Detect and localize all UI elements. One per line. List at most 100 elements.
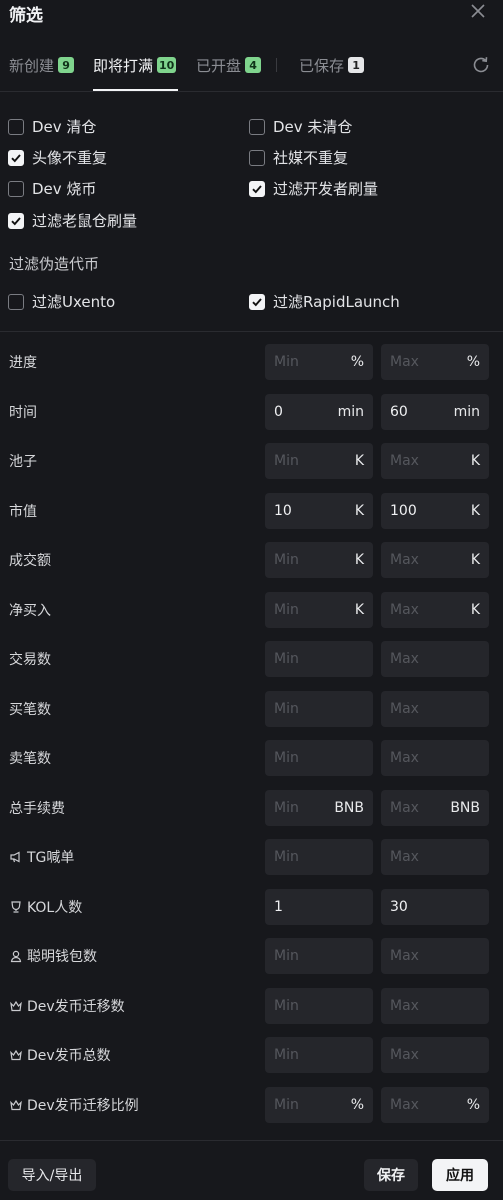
- filter-max-input[interactable]: 30: [381, 888, 489, 925]
- filter-min-input[interactable]: 10 K: [265, 492, 373, 529]
- filter-max-input[interactable]: Max: [381, 1037, 489, 1073]
- fake-filter-option[interactable]: 过滤Uxento: [8, 291, 115, 312]
- checkbox-option[interactable]: 过滤开发者刷量: [249, 178, 378, 199]
- filter-max-input[interactable]: Max: [381, 690, 489, 727]
- checkbox-unchecked-icon[interactable]: [8, 180, 24, 197]
- filter-min-input[interactable]: Min: [265, 839, 373, 875]
- input-placeholder: Max: [390, 552, 419, 568]
- checkbox-checked-icon[interactable]: [249, 293, 265, 310]
- fake-filter-option[interactable]: 过滤RapidLaunch: [249, 291, 400, 312]
- filter-min-input[interactable]: Min%: [265, 344, 373, 380]
- input-placeholder: Max: [390, 651, 419, 667]
- filter-max-input[interactable]: Max: [381, 641, 489, 677]
- filter-row: 买笔数 Min Max: [0, 690, 503, 727]
- filter-min-input[interactable]: Min: [265, 938, 373, 974]
- checkbox-option[interactable]: Dev 烧币: [8, 178, 96, 199]
- tab-almost-full[interactable]: 即将打满 10: [93, 54, 177, 76]
- filter-min-input[interactable]: Min: [265, 690, 373, 727]
- tab-saved[interactable]: 已保存 1: [299, 54, 365, 76]
- checkbox-checked-icon[interactable]: [249, 180, 265, 197]
- filter-min-input[interactable]: 0 min: [265, 393, 373, 430]
- filter-max-input[interactable]: Max%: [381, 344, 489, 380]
- filter-min-input[interactable]: Min K: [265, 542, 373, 578]
- import-export-button[interactable]: 导入/导出: [8, 1159, 96, 1191]
- filter-min-input[interactable]: 1: [265, 888, 373, 925]
- input-placeholder: Min: [274, 651, 299, 667]
- filter-min-input[interactable]: Min: [265, 1037, 373, 1073]
- input-value: 30: [390, 898, 408, 915]
- count-badge: 10: [157, 57, 177, 73]
- filter-label: 成交额: [9, 542, 51, 578]
- input-unit: K: [354, 552, 364, 568]
- input-placeholder: Min: [274, 700, 299, 717]
- filter-max-input[interactable]: Max: [381, 987, 489, 1024]
- tab-label: 已保存: [299, 56, 345, 75]
- save-button[interactable]: 保存: [364, 1159, 418, 1191]
- filter-max-input[interactable]: Max BNB: [381, 789, 489, 826]
- filter-max-input[interactable]: Max K: [381, 443, 489, 479]
- filter-max-input[interactable]: Max: [381, 740, 489, 776]
- filter-label-text: 进度: [9, 355, 37, 371]
- filter-row: 交易数 Min Max: [0, 641, 503, 677]
- trophy-icon: [9, 900, 23, 914]
- header: 筛选: [0, 0, 503, 26]
- tab-new[interactable]: 新创建 9: [9, 54, 75, 76]
- filter-label-text: Dev发币总数: [27, 1048, 111, 1064]
- filter-max-input[interactable]: 100 K: [381, 492, 489, 529]
- filter-label: KOL人数: [9, 889, 82, 925]
- input-unit: K: [470, 502, 480, 519]
- filter-row: 成交额 Min K Max K: [0, 542, 503, 578]
- filter-label-text: 聪明钱包数: [27, 949, 97, 965]
- filter-label: 卖笔数: [9, 740, 51, 776]
- input-unit: %: [466, 1096, 480, 1113]
- checkbox-option[interactable]: Dev 未清仓: [249, 116, 352, 137]
- filter-row: 市值 10 K 100 K: [0, 492, 503, 529]
- input-unit: K: [354, 453, 364, 469]
- filter-max-input[interactable]: Max: [381, 938, 489, 974]
- input-placeholder: Max: [390, 849, 419, 865]
- input-placeholder: Max: [390, 700, 419, 717]
- checkbox-unchecked-icon[interactable]: [8, 293, 24, 310]
- refresh-icon[interactable]: [471, 55, 491, 75]
- filter-min-input[interactable]: Min K: [265, 443, 373, 479]
- checkbox-unchecked-icon[interactable]: [249, 149, 265, 166]
- filter-min-input[interactable]: Min K: [265, 591, 373, 628]
- filter-label-text: 买笔数: [9, 701, 51, 718]
- input-placeholder: Max: [390, 1047, 419, 1063]
- filter-max-input[interactable]: Max K: [381, 591, 489, 628]
- filter-max-input[interactable]: Max K: [381, 542, 489, 578]
- checkbox-option[interactable]: 头像不重复: [8, 147, 107, 168]
- filter-min-input[interactable]: Min%: [265, 1086, 373, 1123]
- filter-min-input[interactable]: Min: [265, 987, 373, 1024]
- checkbox-option[interactable]: Dev 清仓: [8, 116, 96, 137]
- filter-min-input[interactable]: Min: [265, 641, 373, 677]
- filter-label: 总手续费: [9, 790, 65, 826]
- checkbox-label: Dev 未清仓: [273, 118, 353, 136]
- apply-button[interactable]: 应用: [432, 1159, 488, 1191]
- input-unit: K: [470, 552, 480, 568]
- close-icon[interactable]: [469, 2, 487, 20]
- filter-max-input[interactable]: 60 min: [381, 393, 489, 430]
- count-badge: 1: [348, 57, 365, 73]
- input-unit: %: [350, 354, 364, 370]
- filter-min-input[interactable]: Min BNB: [265, 789, 373, 826]
- filter-label: Dev发币总数: [9, 1037, 111, 1073]
- checkbox-option[interactable]: 社媒不重复: [249, 147, 348, 168]
- input-placeholder: Min: [274, 354, 299, 370]
- checkbox-unchecked-icon[interactable]: [249, 118, 265, 135]
- tab-label: 新创建: [9, 56, 55, 75]
- checkbox-unchecked-icon[interactable]: [8, 118, 24, 135]
- filter-max-input[interactable]: Max: [381, 839, 489, 875]
- input-unit: %: [466, 354, 480, 370]
- filter-row: Dev发币总数 Min Max: [0, 1037, 503, 1073]
- input-placeholder: Min: [274, 601, 299, 618]
- filter-label: Dev发币迁移比例: [9, 1087, 139, 1123]
- filter-label-text: Dev发币迁移数: [27, 998, 125, 1015]
- filter-max-input[interactable]: Max%: [381, 1086, 489, 1123]
- checkbox-checked-icon[interactable]: [8, 149, 24, 166]
- checkbox-checked-icon[interactable]: [8, 212, 24, 229]
- checkbox-option[interactable]: 过滤老鼠仓刷量: [8, 210, 137, 231]
- filter-row: 进度 Min% Max%: [0, 344, 503, 380]
- tab-opened[interactable]: 已开盘 4: [196, 54, 262, 76]
- filter-min-input[interactable]: Min: [265, 740, 373, 776]
